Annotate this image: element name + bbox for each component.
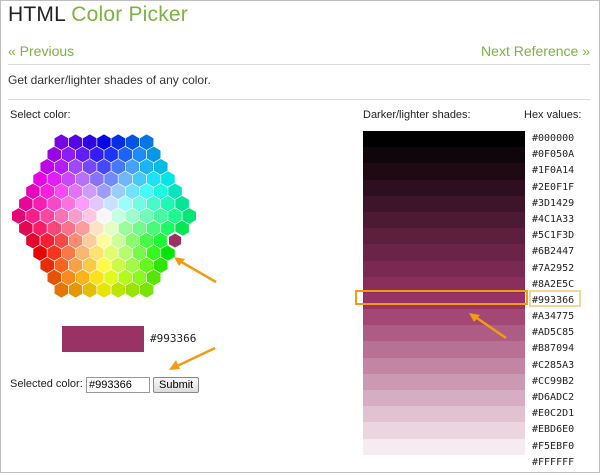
shade-row[interactable] [363,147,525,164]
selected-color-hex: #993366 [150,332,197,345]
selected-color-input[interactable] [86,377,150,393]
shade-row[interactable] [363,373,525,390]
page-description: Get darker/lighter shades of any color. [8,73,211,87]
hex-value: #2E0F1F [532,181,575,193]
selected-hex-highlight [529,290,581,307]
shade-row[interactable] [363,244,525,261]
color-hexagon-map[interactable] [8,132,200,300]
select-color-label: Select color: [10,109,71,121]
submit-button[interactable]: Submit [153,377,200,393]
title-main: HTML [8,3,66,26]
divider [8,64,590,65]
hex-value: #D6ADC2 [532,392,575,403]
hex-value: #7A2952 [532,262,575,274]
selected-color-cell[interactable] [166,231,184,250]
shade-row[interactable] [363,211,525,229]
hex-value: #EBD6E0 [532,424,575,436]
selected-shade-highlight [355,290,528,305]
shade-row[interactable] [363,422,525,439]
previous-link[interactable]: « Previous [8,43,74,59]
shades-title: Darker/lighter shades: [363,109,471,121]
hex-value: #A34775 [532,311,575,323]
shade-row[interactable] [363,438,525,455]
shade-row[interactable] [363,454,525,471]
hex-value: #000000 [532,133,575,144]
hex-value: #6B2447 [532,246,575,258]
next-reference-link[interactable]: Next Reference » [481,43,590,59]
shade-row[interactable] [363,309,525,326]
hex-value: #AD5C85 [532,327,575,339]
shade-row[interactable] [363,406,525,423]
shade-row[interactable] [363,390,525,407]
shade-row[interactable] [363,163,525,180]
hex-value: #3D1429 [532,197,575,209]
hex-value: #F5EBF0 [532,440,575,452]
hex-value: #FFFFFF [532,456,575,468]
page-title: HTML Color Picker [8,3,188,27]
shade-row[interactable] [363,260,525,277]
shade-row[interactable] [363,341,525,358]
hex-value: #C285A3 [532,359,575,371]
hex-value: #5C1F3D [532,230,575,242]
shade-row[interactable] [363,131,525,148]
hex-value: #E0C2D1 [532,408,575,420]
hex-value: #4C1A33 [532,213,575,225]
shade-row[interactable] [363,325,525,342]
hex-value: #1F0A14 [532,165,575,177]
title-accent: Color Picker [71,3,188,26]
hex-values-title: Hex values: [524,109,582,121]
hex-value: #0F050A [532,149,575,161]
selected-color-label: Selected color: [10,378,83,390]
hex-value: #CC99B2 [532,375,575,387]
selected-color-swatch [62,326,144,352]
shade-row[interactable] [363,228,525,245]
shade-row[interactable] [363,179,525,196]
hex-value: #B87094 [532,343,575,355]
divider [8,99,590,100]
shade-row[interactable] [363,357,525,374]
shade-row[interactable] [363,195,525,212]
